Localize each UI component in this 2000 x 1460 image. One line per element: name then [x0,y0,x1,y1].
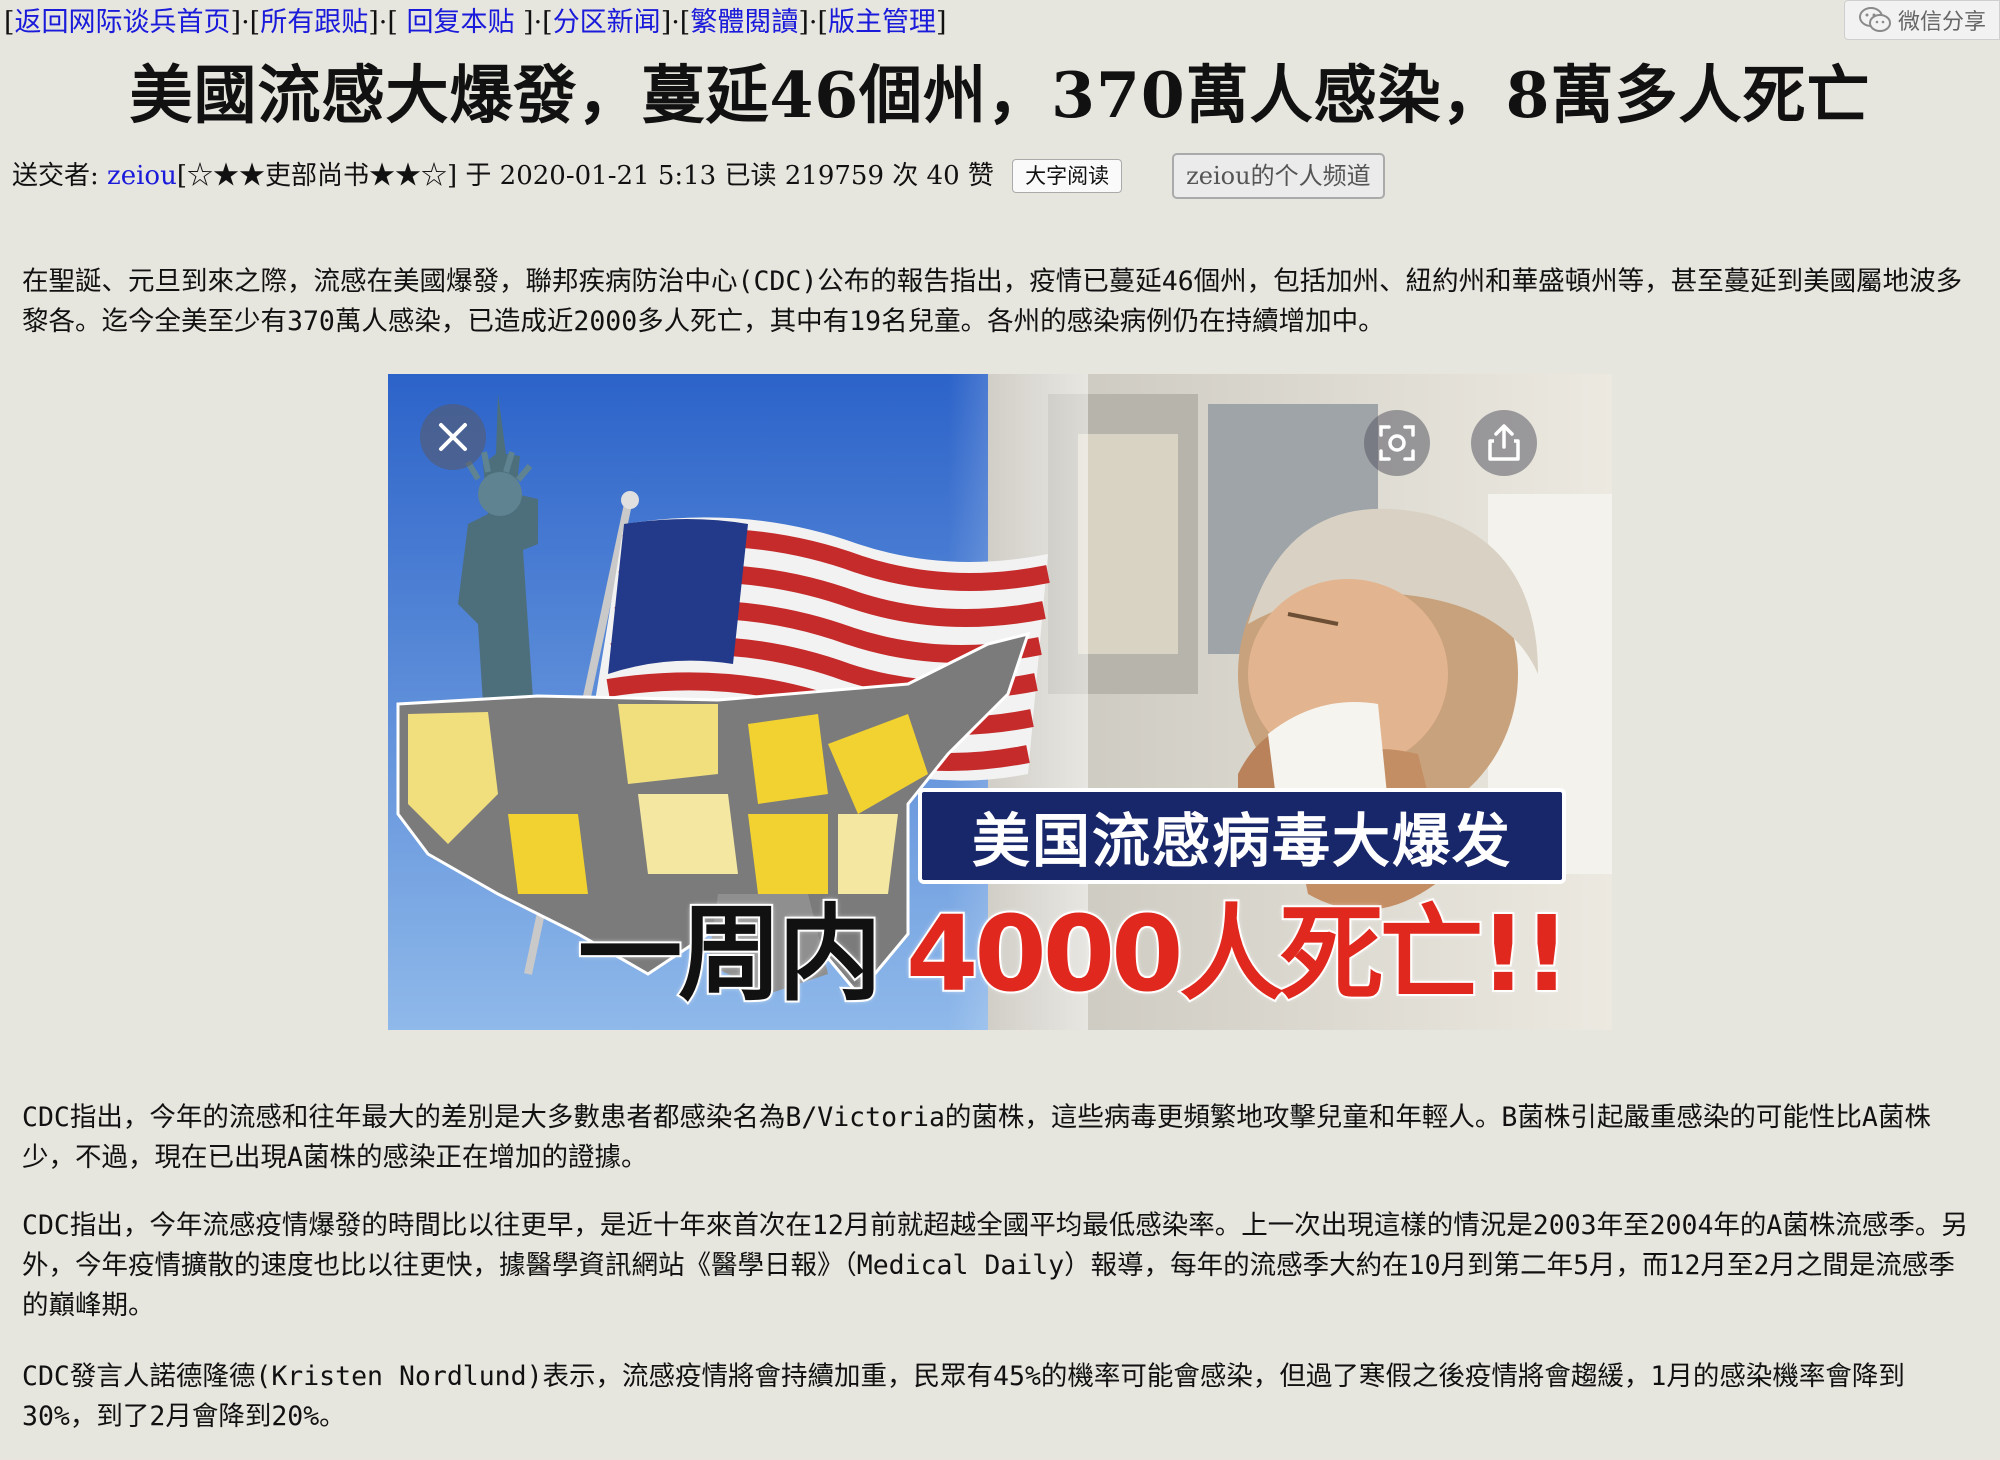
meta-prefix: 送交者: [12,161,108,191]
article-paragraph: CDC指出，今年流感疫情爆發的時間比以往更早，是近十年來首次在12月前就超越全國… [22,1210,1968,1321]
wechat-share-button[interactable]: 微信分享 [1844,0,2000,40]
large-font-button[interactable]: 大字阅读 [1012,159,1123,193]
lens-icon[interactable] [1364,410,1430,476]
article-paragraph: CDC發言人諾德隆德(Kristen Nordlund)表示，流感疫情將會持續加… [22,1361,1905,1432]
close-icon[interactable] [420,404,486,470]
author-rank: [☆★★吏部尚书★★☆] [176,161,458,191]
top-nav: [返回网际谈兵首页]·[所有跟贴]·[ 回复本贴 ]·[分区新闻]·[繁體閱讀]… [4,7,947,38]
article-paragraph: 在聖誕、元旦到來之際，流感在美國爆發，聯邦疾病防治中心(CDC)公布的報告指出，… [22,266,1963,337]
nav-link-section-news[interactable]: 分区新闻 [553,7,661,38]
personal-channel-button[interactable]: zeiou的个人频道 [1172,153,1385,199]
share-icon[interactable] [1471,410,1537,476]
wechat-icon [1858,7,1891,32]
image-headline: 一周内 4000人死亡!! [576,880,1612,1017]
nav-link-traditional-chinese[interactable]: 繁體閱讀 [690,7,798,38]
image-headline-black: 一周内 [576,891,884,1017]
nav-link-moderator[interactable]: 版主管理 [828,7,936,38]
nav-link-forum-home[interactable]: 返回网际谈兵首页 [15,7,231,38]
nav-link-reply-post[interactable]: 回复本贴 [398,7,523,38]
post-stats: 于 2020-01-21 5:13 已读 219759 次 40 赞 [457,161,1003,191]
article-image: 美国流感病毒大爆发 一周内 4000人死亡!! [388,374,1612,1030]
wechat-share-label: 微信分享 [1897,10,1986,35]
post-meta: 送交者: zeiou [☆★★吏部尚书★★☆] 于 2020-01-21 5:1… [12,153,1385,199]
author-link[interactable]: zeiou [107,156,177,196]
page-title: 美國流感大爆發，蔓延46個州，370萬人感染，8萬多人死亡 [129,58,1871,132]
nav-link-all-replies[interactable]: 所有跟贴 [260,7,368,38]
article-paragraph: CDC指出，今年的流感和往年最大的差別是大多數患者都感染名為B/Victoria… [22,1102,1931,1173]
image-headline-red: 4000人死亡!! [904,891,1572,1017]
